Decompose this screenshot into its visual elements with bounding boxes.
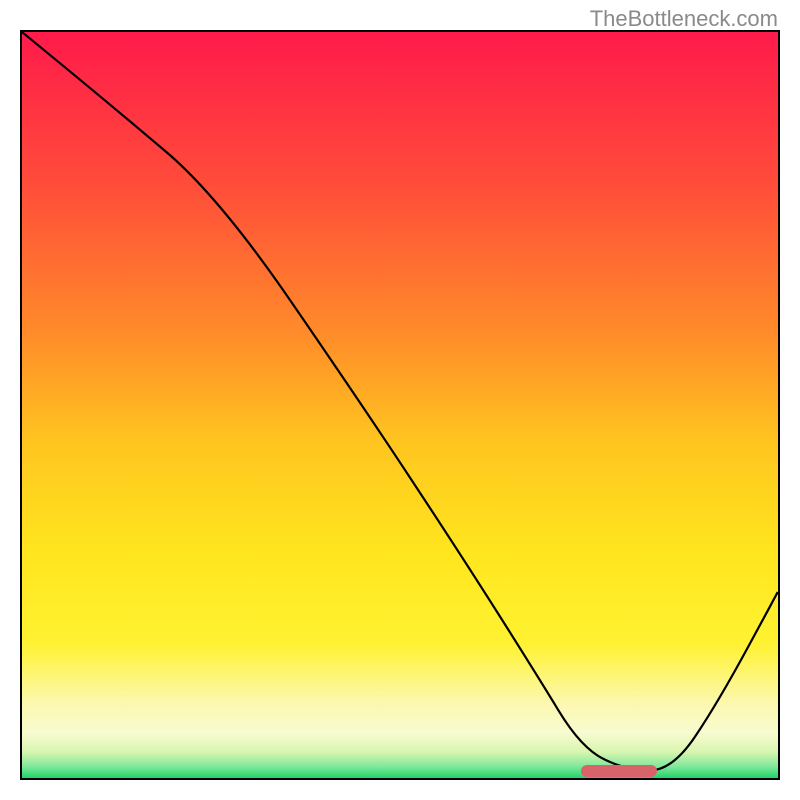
plot-area	[20, 30, 780, 780]
curve-line	[22, 32, 778, 778]
watermark-text: TheBottleneck.com	[590, 6, 778, 32]
chart-container: TheBottleneck.com	[0, 0, 800, 800]
optimal-marker	[581, 765, 657, 777]
